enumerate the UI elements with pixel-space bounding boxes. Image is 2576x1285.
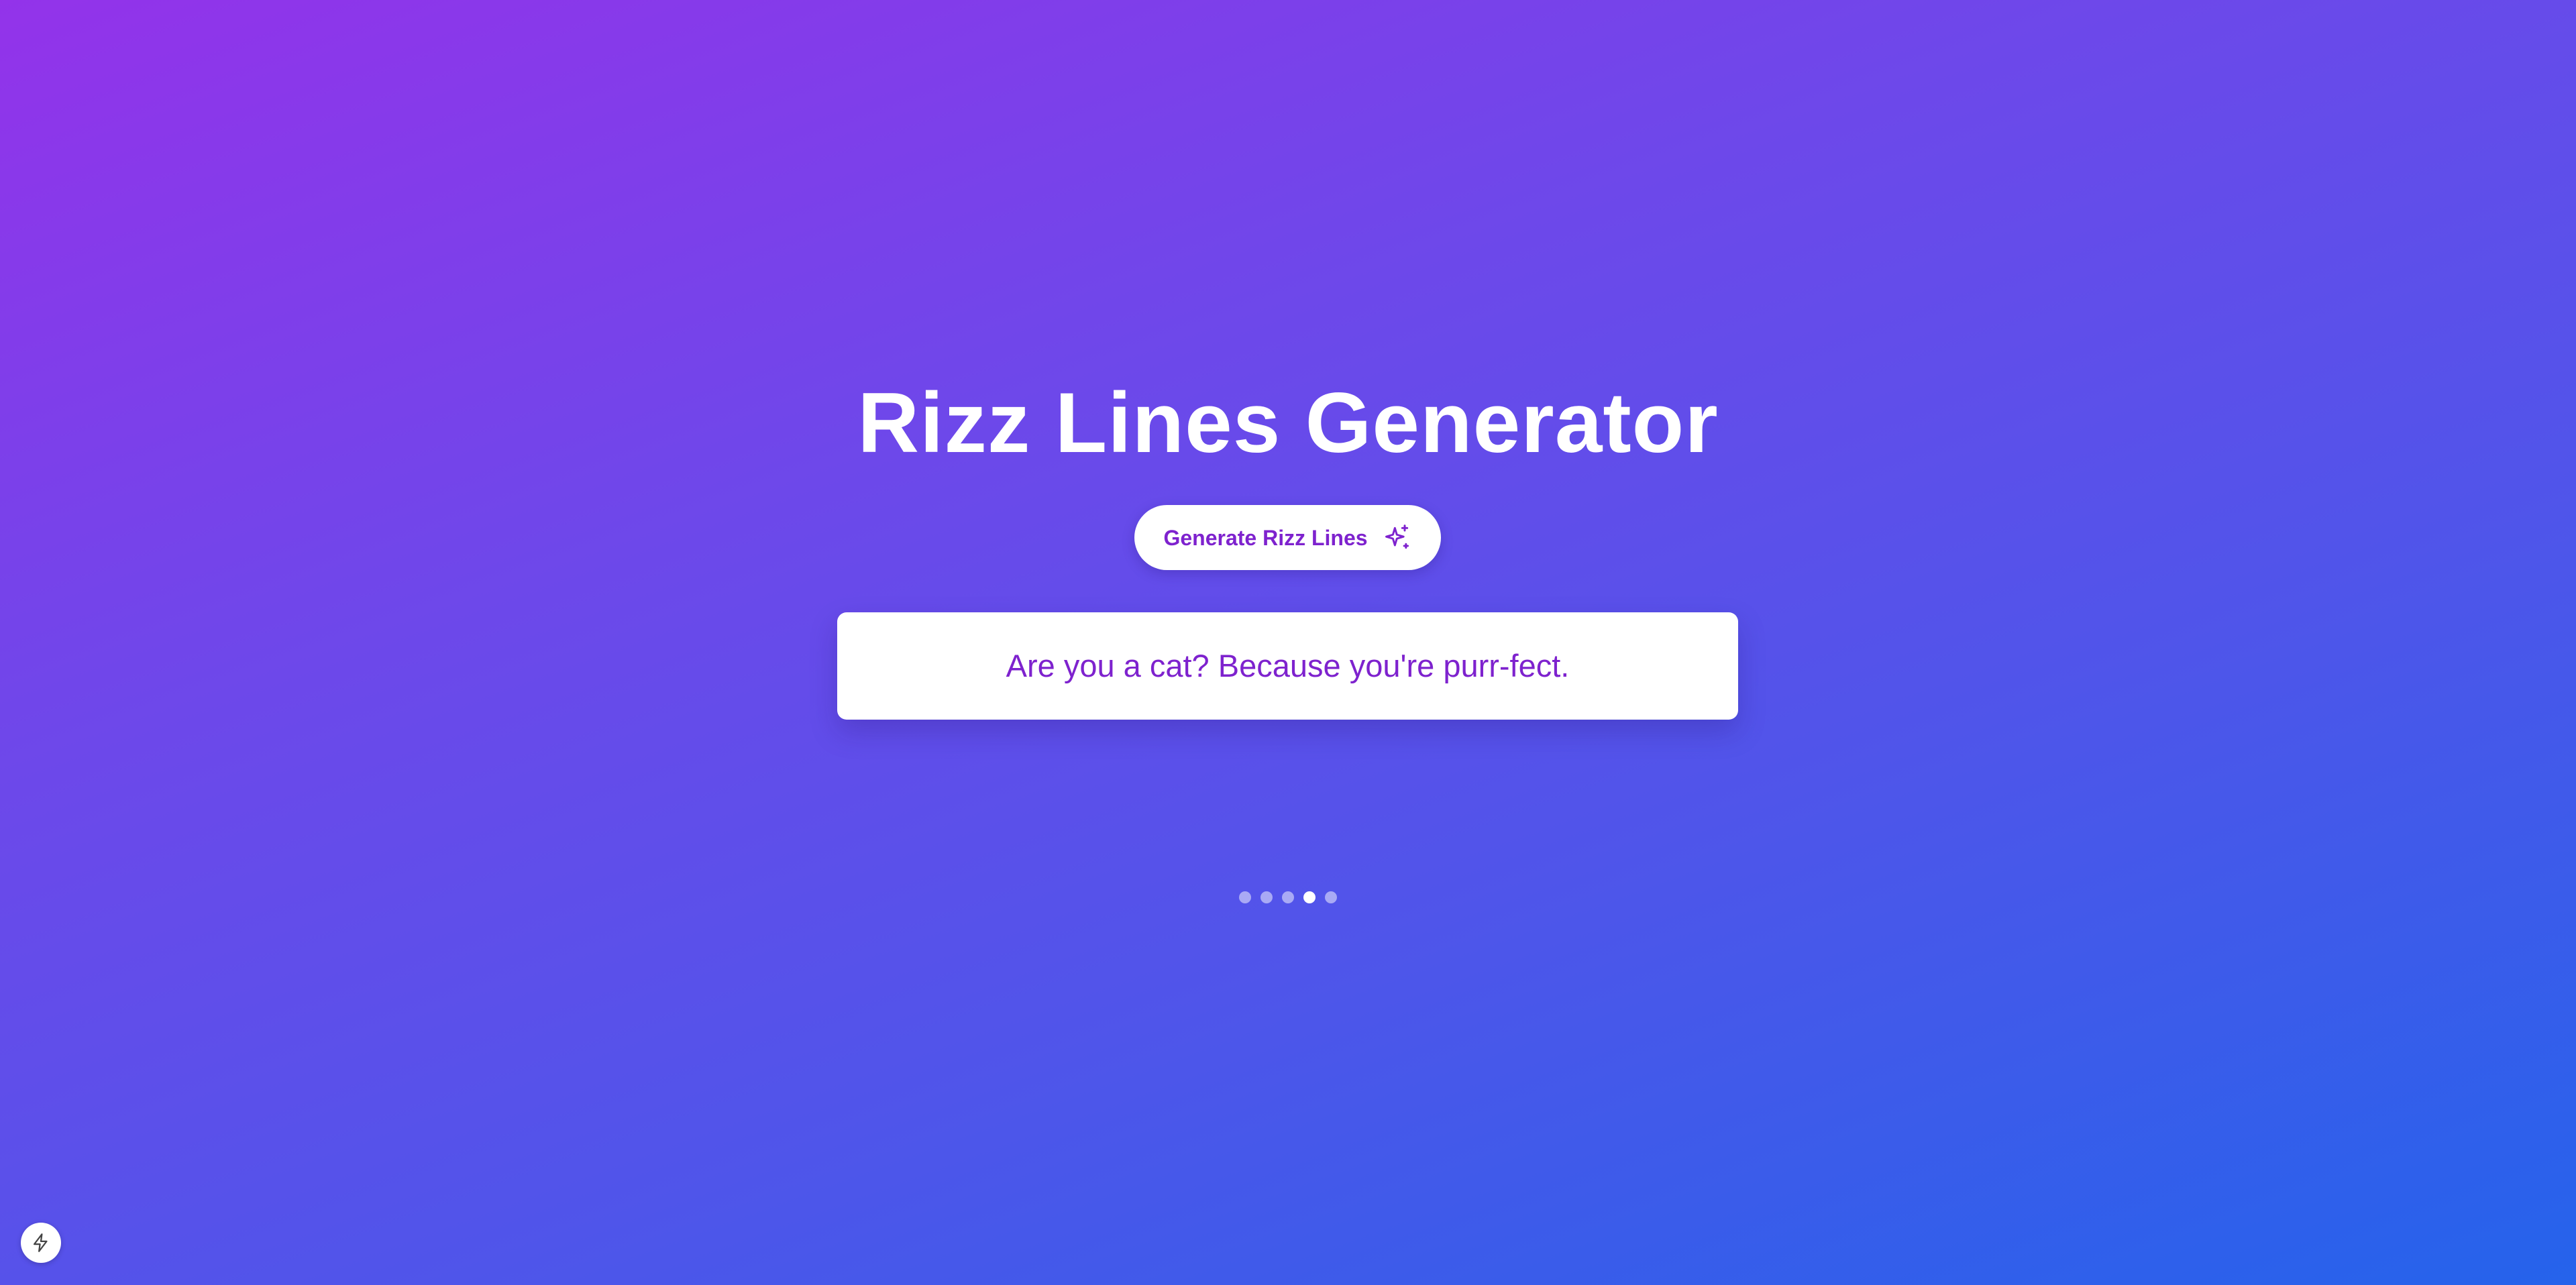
pagination-dot[interactable] <box>1325 891 1337 903</box>
pagination-dot[interactable] <box>1239 891 1251 903</box>
generate-rizz-lines-button[interactable]: Generate Rizz Lines <box>1134 505 1441 570</box>
pagination-dot-active[interactable] <box>1303 891 1316 903</box>
page-title: Rizz Lines Generator <box>857 375 1719 470</box>
pagination-dot[interactable] <box>1282 891 1294 903</box>
bolt-icon <box>33 1233 48 1252</box>
rizz-line-text: Are you a cat? Because you're purr-fect. <box>1006 648 1570 683</box>
sparkles-icon <box>1385 524 1409 549</box>
pagination-dot[interactable] <box>1260 891 1273 903</box>
carousel-pagination <box>0 891 2576 903</box>
rizz-line-card: Are you a cat? Because you're purr-fect. <box>837 612 1738 720</box>
bolt-button[interactable] <box>21 1223 61 1263</box>
generate-button-label: Generate Rizz Lines <box>1163 525 1368 550</box>
